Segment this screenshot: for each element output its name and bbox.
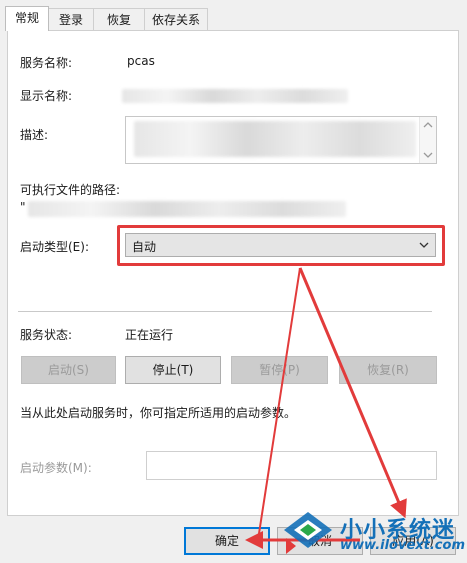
watermark-logo-icon (284, 512, 332, 554)
annotation-arrows (245, 267, 407, 549)
arrow-line-to-ok (257, 267, 301, 541)
watermark-url: www.ilovext.com (340, 538, 465, 553)
arrow-to-apply (298, 267, 407, 519)
tab-general[interactable]: 常规 (5, 6, 49, 31)
